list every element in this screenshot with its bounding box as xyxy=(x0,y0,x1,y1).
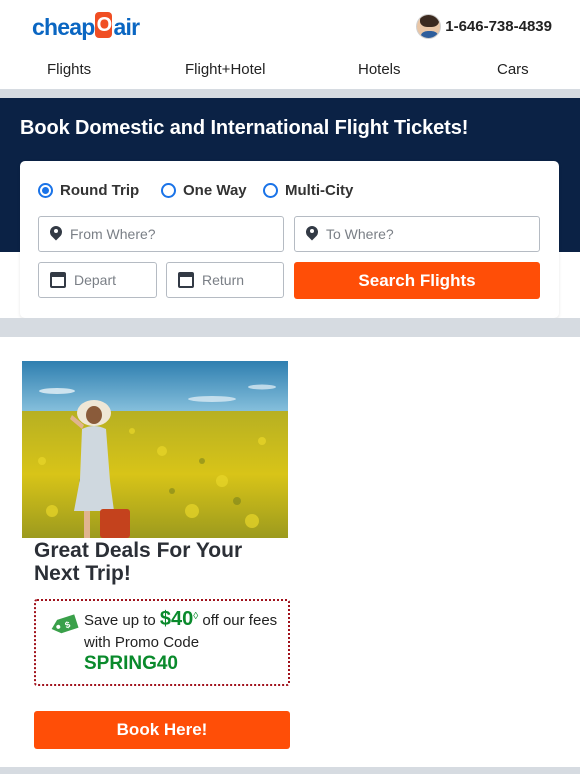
trip-round-trip[interactable]: Round Trip xyxy=(38,182,139,199)
nav-cars[interactable]: Cars xyxy=(497,61,529,78)
radio-icon[interactable] xyxy=(263,183,278,198)
search-flights-button[interactable]: Search Flights xyxy=(294,262,540,299)
logo-text-cheap: cheap xyxy=(32,13,95,40)
radio-icon[interactable] xyxy=(38,183,53,198)
main-nav: Flights Flight+Hotel Hotels Cars xyxy=(0,56,580,86)
logo-text-air: air xyxy=(113,13,140,40)
nav-hotels[interactable]: Hotels xyxy=(358,61,401,78)
agent-avatar-icon xyxy=(416,14,442,39)
book-here-button[interactable]: Book Here! xyxy=(34,711,290,749)
trip-label: One Way xyxy=(183,182,247,199)
cheapoair-logo[interactable]: cheap O air xyxy=(32,12,140,42)
calendar-icon xyxy=(178,272,194,288)
calendar-icon xyxy=(50,272,66,288)
depart-placeholder: Depart xyxy=(74,272,117,288)
divider xyxy=(0,318,580,337)
from-field[interactable]: From Where? xyxy=(38,216,284,252)
depart-date-field[interactable]: Depart xyxy=(38,262,157,298)
phone-contact[interactable]: 1-646-738-4839 xyxy=(416,14,552,39)
nav-flights[interactable]: Flights xyxy=(47,61,91,78)
promo-save-line: Save up to $40◊ off our fees xyxy=(84,608,277,631)
trip-label: Multi-City xyxy=(285,182,354,199)
top-bar: cheap O air 1-646-738-4839 xyxy=(0,0,580,52)
save-prefix: Save up to xyxy=(84,612,160,629)
divider xyxy=(0,89,580,98)
to-placeholder: To Where? xyxy=(326,226,394,242)
logo-suitcase-o: O xyxy=(95,12,113,38)
hero-title: Book Domestic and International Flight T… xyxy=(20,117,469,139)
trip-one-way[interactable]: One Way xyxy=(161,182,247,199)
location-pin-icon xyxy=(306,226,318,242)
promo-photo xyxy=(22,361,288,538)
return-date-field[interactable]: Return xyxy=(166,262,284,298)
trip-multi-city[interactable]: Multi-City xyxy=(263,182,353,199)
phone-number[interactable]: 1-646-738-4839 xyxy=(445,18,552,35)
to-field[interactable]: To Where? xyxy=(294,216,540,252)
promo-code-label: with Promo Code xyxy=(84,634,200,651)
from-placeholder: From Where? xyxy=(70,226,156,242)
price-tag-icon: $ xyxy=(51,614,79,634)
field-woman-image xyxy=(22,361,288,538)
save-suffix: off our fees xyxy=(198,612,278,629)
trip-label: Round Trip xyxy=(60,182,140,199)
divider xyxy=(0,767,580,774)
location-pin-icon xyxy=(50,226,62,242)
promo-code: SPRING40 xyxy=(84,653,178,674)
nav-flight-hotel[interactable]: Flight+Hotel xyxy=(185,61,265,78)
save-amount: $40 xyxy=(159,608,194,630)
promo-title: Great Deals For Your Next Trip! xyxy=(34,539,243,585)
radio-icon[interactable] xyxy=(161,183,176,198)
return-placeholder: Return xyxy=(202,272,245,288)
